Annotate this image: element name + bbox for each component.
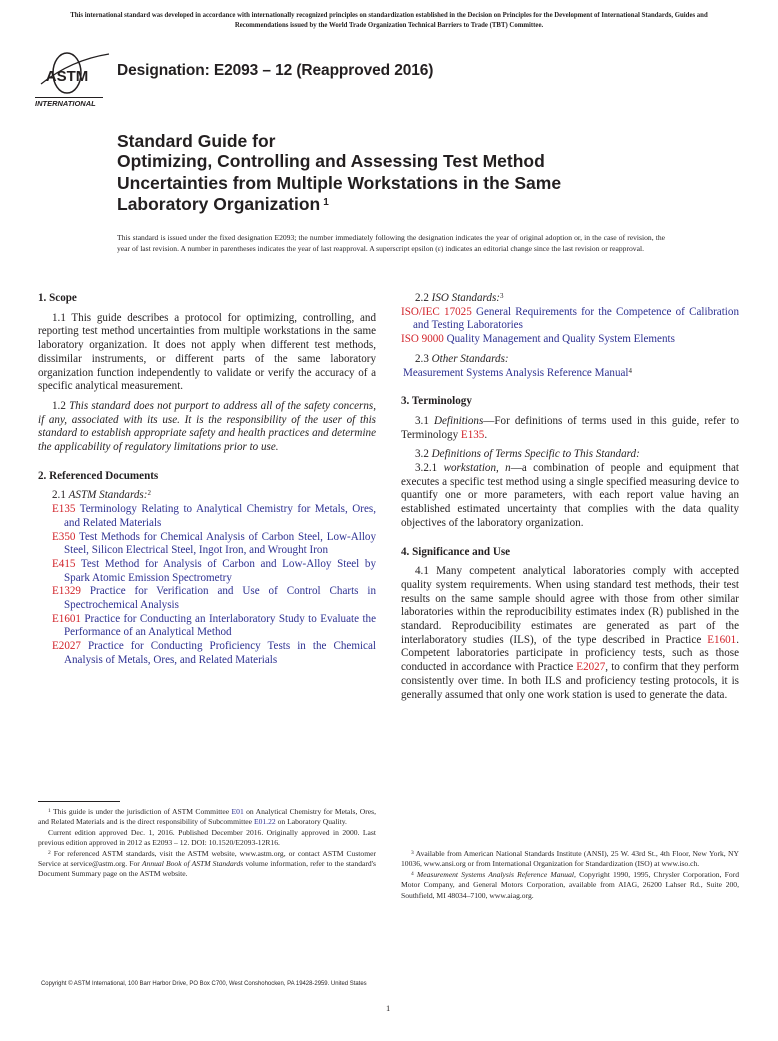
title-line-3: Uncertainties from Multiple Workstations…: [117, 172, 562, 193]
left-column: 1. Scope 1.1 This guide describes a prot…: [38, 292, 376, 668]
terminology-para-3-2-1: 3.2.1 workstation, n—a combination of pe…: [401, 462, 739, 531]
period: .: [484, 428, 488, 441]
astm-logo-icon: ASTM INTERNATIONAL: [35, 52, 110, 108]
footnote-mark-2[interactable]: 2: [147, 489, 151, 497]
reference-title-link[interactable]: Practice for Conducting Proficiency Test…: [64, 640, 376, 666]
title-line-2: Optimizing, Controlling and Assessing Te…: [117, 151, 545, 171]
copyright-notice: Copyright © ASTM International, 100 Barr…: [41, 980, 367, 987]
reference-title-link[interactable]: Test Method for Analysis of Carbon and L…: [64, 558, 376, 584]
reference-item: E350 Test Methods for Chemical Analysis …: [52, 531, 376, 558]
iso-reference-list: ISO/IEC 17025 General Requirements for t…: [401, 306, 739, 347]
section-terminology-heading: 3. Terminology: [401, 395, 472, 408]
title-line-4-text: Laboratory Organization: [117, 194, 321, 214]
other-standards-label: 2.3 Other Standards:: [401, 353, 739, 367]
reference-item: ISO/IEC 17025 General Requirements for t…: [401, 306, 739, 333]
reference-code-link[interactable]: E350: [52, 531, 75, 543]
significance-text-a: 4.1 Many competent analytical laboratori…: [401, 565, 739, 646]
footnote-divider: [38, 801, 120, 802]
footnote-4-mark: 4: [411, 870, 414, 877]
para-number: 2.1: [52, 489, 66, 502]
section-scope-heading: 1. Scope: [38, 292, 77, 304]
astm-standards-label-text: ASTM Standards:: [68, 489, 148, 502]
para-number: 3.2: [415, 448, 429, 461]
reference-code-link[interactable]: E415: [52, 558, 75, 570]
footnote-3: 3 Available from American National Stand…: [401, 849, 739, 870]
specific-terms-label: Definitions of Terms Specific to This St…: [431, 448, 640, 461]
e1601-link[interactable]: E1601: [707, 634, 736, 646]
reference-code-link[interactable]: E2027: [52, 640, 81, 652]
reference-title-link[interactable]: Terminology Relating to Analytical Chemi…: [64, 503, 376, 529]
footnotes-right: 3 Available from American National Stand…: [401, 849, 739, 901]
e01-link[interactable]: E01: [232, 807, 244, 816]
right-column: 2.2 ISO Standards:3 ISO/IEC 17025 Genera…: [401, 292, 739, 702]
other-reference: Measurement Systems Analysis Reference M…: [401, 367, 739, 381]
safety-statement: This standard does not purport to addres…: [38, 399, 376, 454]
msa-manual-link[interactable]: Measurement Systems Analysis Reference M…: [403, 367, 629, 379]
astm-reference-list: E135 Terminology Relating to Analytical …: [38, 503, 376, 667]
footnote-2-mark: 2: [48, 849, 51, 856]
significance-para-4-1: 4.1 Many competent analytical laboratori…: [401, 565, 739, 702]
reference-title-link[interactable]: Practice for Conducting an Interlaborato…: [64, 613, 376, 639]
title-footnote-mark[interactable]: 1: [323, 197, 329, 208]
footnote-4: 4 Measurement Systems Analysis Reference…: [401, 870, 739, 901]
other-standards-label-text: Other Standards:: [431, 352, 509, 365]
reference-item: E1601 Practice for Conducting an Interla…: [52, 613, 376, 640]
definitions-term: Definitions: [433, 414, 484, 427]
iso-standards-label: 2.2 ISO Standards:3: [401, 292, 739, 306]
msa-manual-title: Measurement Systems Analysis Reference M…: [416, 869, 574, 879]
footnotes-left: 1 This guide is under the jurisdiction o…: [38, 807, 376, 880]
para-number: 3.1: [415, 414, 429, 427]
reference-code-link[interactable]: E1601: [52, 613, 81, 625]
reference-code-link[interactable]: E1329: [52, 585, 81, 597]
designation: Designation: E2093 – 12 (Reapproved 2016…: [117, 62, 434, 79]
scope-para-1-2: 1.2 This standard does not purport to ad…: [38, 400, 376, 455]
footnote-mark-4[interactable]: 4: [629, 367, 633, 375]
footnote-1: 1 This guide is under the jurisdiction o…: [38, 807, 376, 828]
reference-item: E415 Test Method for Analysis of Carbon …: [52, 558, 376, 585]
terminology-para-3-1: 3.1 Definitions—For definitions of terms…: [401, 415, 739, 442]
title-line-1: Standard Guide for: [117, 131, 276, 151]
workstation-term: workstation, n: [443, 462, 511, 475]
e135-link[interactable]: E135: [461, 429, 484, 441]
reference-title-link[interactable]: Test Methods for Chemical Analysis of Ca…: [64, 531, 376, 557]
reference-title-link[interactable]: Practice for Verification and Use of Con…: [64, 585, 376, 611]
para-number: 1.2: [52, 399, 66, 412]
terminology-para-3-2: 3.2 Definitions of Terms Specific to Thi…: [401, 448, 739, 462]
reference-title-link[interactable]: Quality Management and Quality System El…: [447, 333, 675, 345]
e2027-link[interactable]: E2027: [576, 661, 605, 673]
para-number: 2.2: [415, 292, 429, 304]
footnote-mark-3[interactable]: 3: [500, 292, 504, 300]
para-number: 3.2.1: [415, 462, 438, 475]
reference-code-link[interactable]: ISO/IEC 17025: [401, 306, 472, 318]
reference-code-link[interactable]: ISO 9000: [401, 333, 444, 345]
annual-book-title: Annual Book of ASTM Standards: [141, 859, 244, 869]
international-standard-notice: This international standard was develope…: [70, 10, 708, 29]
section-referenced-heading: 2. Referenced Documents: [38, 469, 159, 482]
title-line-4: Laboratory Organization 1: [117, 194, 677, 216]
footnote-1-text-a: This guide is under the jurisdiction of …: [52, 807, 232, 816]
footnote-3-text: Available from American National Standar…: [401, 849, 739, 869]
edition-note: Current edition approved Dec. 1, 2016. P…: [38, 827, 376, 848]
section-significance-heading: 4. Significance and Use: [401, 545, 511, 558]
iso-standards-label-text: ISO Standards:: [431, 292, 500, 304]
footnote-3-mark: 3: [411, 850, 414, 856]
astm-standards-label: 2.1 ASTM Standards:2: [38, 489, 376, 503]
scope-para-1-1: 1.1 This guide describes a protocol for …: [38, 311, 376, 393]
page-number: 1: [386, 1003, 391, 1013]
logo-letters: ASTM: [46, 68, 89, 85]
logo-subtitle: INTERNATIONAL: [35, 99, 96, 108]
footnote-1-mark: 1: [48, 808, 51, 814]
issued-note: This standard is issued under the fixed …: [117, 233, 665, 253]
footnote-2: 2 For referenced ASTM standards, visit t…: [38, 849, 376, 880]
reference-code-link[interactable]: E135: [52, 503, 75, 515]
reference-item: E1329 Practice for Verification and Use …: [52, 585, 376, 612]
para-number: 2.3: [415, 352, 429, 365]
reference-item: E2027 Practice for Conducting Proficienc…: [52, 640, 376, 667]
document-title: Standard Guide for Optimizing, Controlli…: [117, 131, 677, 216]
footnote-1-text-c: on Laboratory Quality.: [275, 817, 347, 827]
reference-item: E135 Terminology Relating to Analytical …: [52, 503, 376, 530]
reference-item: ISO 9000 Quality Management and Quality …: [401, 333, 739, 347]
e01-22-link[interactable]: E01.22: [254, 817, 276, 826]
